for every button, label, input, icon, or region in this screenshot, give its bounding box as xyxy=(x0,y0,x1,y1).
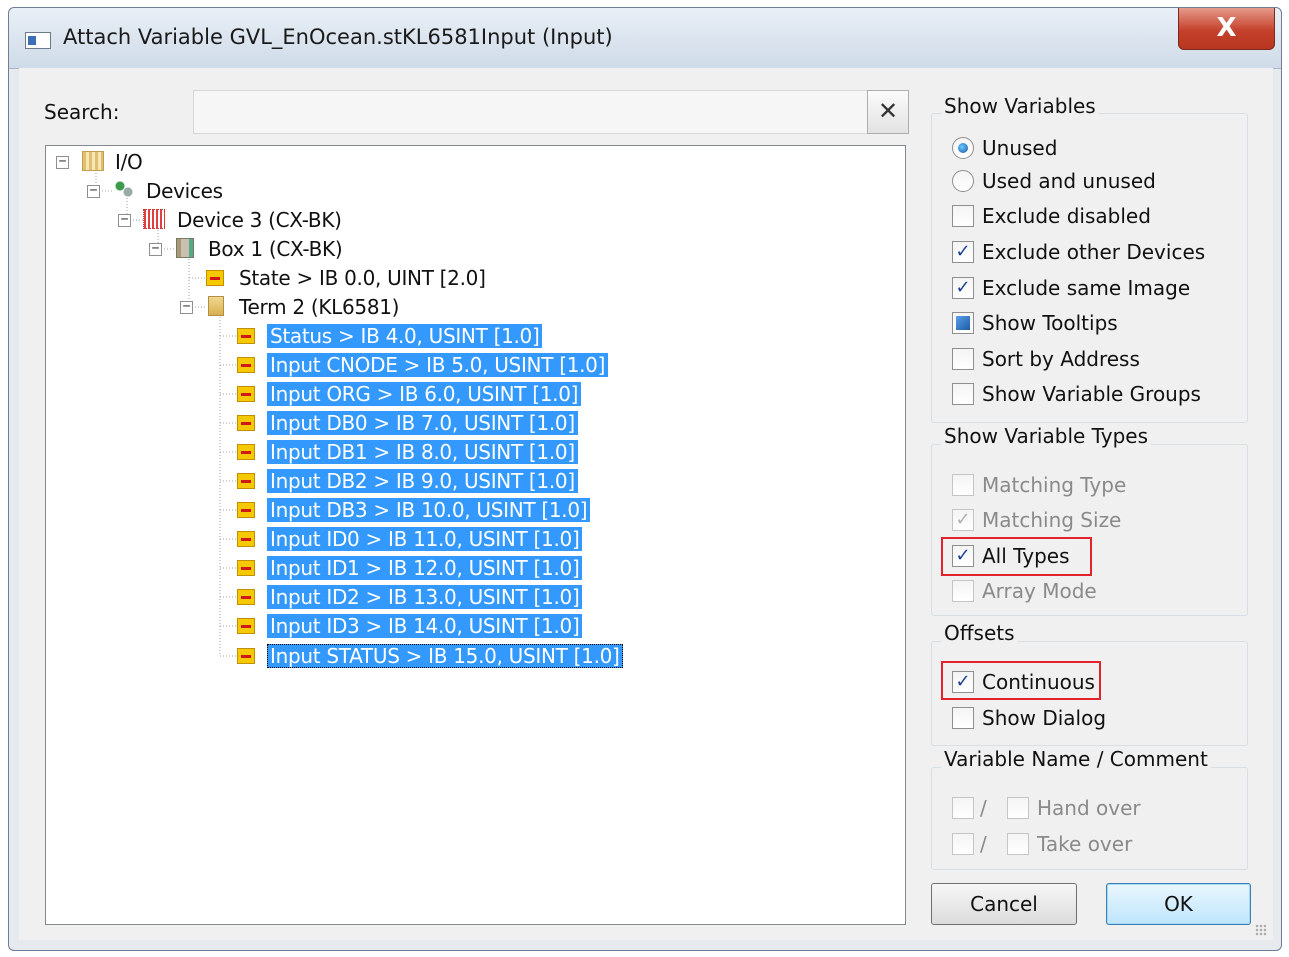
tree-node-input-db2[interactable]: Input DB2 > IB 9.0, USINT [1.0] xyxy=(267,468,578,494)
checkbox-unchecked-icon[interactable] xyxy=(952,205,974,227)
device-icon xyxy=(143,209,165,229)
window-title: Attach Variable GVL_EnOcean.stKL6581Inpu… xyxy=(63,25,613,49)
radio-unselected-icon[interactable] xyxy=(952,170,974,192)
variable-icon xyxy=(237,386,255,402)
checkbox-unchecked-icon[interactable] xyxy=(952,833,974,855)
window-app-icon xyxy=(25,32,51,49)
search-input[interactable] xyxy=(193,90,868,134)
checkbox-unchecked-icon[interactable] xyxy=(1007,797,1029,819)
variable-icon xyxy=(237,473,255,489)
expander-minus-icon[interactable]: − xyxy=(149,242,162,256)
close-button[interactable]: X xyxy=(1178,8,1275,50)
variable-icon xyxy=(237,444,255,460)
slash-separator: / xyxy=(980,832,987,856)
checkbox-name-hand-over[interactable] xyxy=(952,794,982,822)
devices-icon xyxy=(112,180,134,200)
checkbox-unchecked-icon[interactable] xyxy=(952,707,974,729)
tree-node-input-id3[interactable]: Input ID3 > IB 14.0, USINT [1.0] xyxy=(267,613,583,639)
dialog-client-area: Search: ✕ − I/O − Devices − Device 3 (CX… xyxy=(19,68,1273,940)
tree-node-input-id2[interactable]: Input ID2 > IB 13.0, USINT [1.0] xyxy=(267,584,583,610)
checkbox-unchecked-icon[interactable] xyxy=(952,797,974,819)
tree-node-input-id0[interactable]: Input ID0 > IB 11.0, USINT [1.0] xyxy=(267,526,583,552)
search-clear-button[interactable]: ✕ xyxy=(867,90,909,134)
tree-node-input-db3[interactable]: Input DB3 > IB 10.0, USINT [1.0] xyxy=(267,497,591,523)
tree-node-devices[interactable]: Devices xyxy=(143,178,226,204)
variable-icon xyxy=(237,531,255,547)
checkbox-checked-icon[interactable]: ✓ xyxy=(952,241,974,263)
io-folder-icon xyxy=(82,151,104,171)
variable-icon xyxy=(237,502,255,518)
checkbox-unchecked-icon[interactable] xyxy=(952,348,974,370)
variable-tree[interactable]: − I/O − Devices − Device 3 (CX-BK) − Box… xyxy=(45,145,906,925)
variable-icon xyxy=(237,560,255,576)
tree-node-box-1[interactable]: Box 1 (CX-BK) xyxy=(205,236,345,262)
variable-icon xyxy=(237,618,255,634)
tree-node-input-id1[interactable]: Input ID1 > IB 12.0, USINT [1.0] xyxy=(267,555,583,581)
title-bar[interactable]: Attach Variable GVL_EnOcean.stKL6581Inpu… xyxy=(9,8,1281,69)
tree-node-term-2[interactable]: Term 2 (KL6581) xyxy=(236,294,402,320)
expander-minus-icon[interactable]: − xyxy=(56,155,69,169)
variable-icon xyxy=(237,357,255,373)
slash-separator: / xyxy=(980,796,987,820)
tree-node-state[interactable]: State > IB 0.0, UINT [2.0] xyxy=(236,265,489,291)
ok-button[interactable]: OK xyxy=(1106,883,1251,925)
all-types-highlight xyxy=(941,537,1092,576)
box-icon xyxy=(176,238,194,258)
variable-icon xyxy=(237,328,255,344)
tree-node-input-db1[interactable]: Input DB1 > IB 8.0, USINT [1.0] xyxy=(267,439,578,465)
tree-node-io[interactable]: I/O xyxy=(112,149,145,175)
variable-icon xyxy=(237,589,255,605)
attach-variable-dialog: Attach Variable GVL_EnOcean.stKL6581Inpu… xyxy=(8,7,1282,951)
radio-selected-icon[interactable] xyxy=(952,137,974,159)
tree-node-input-org[interactable]: Input ORG > IB 6.0, USINT [1.0] xyxy=(267,381,582,407)
checkbox-unchecked-icon[interactable] xyxy=(952,580,974,602)
checkbox-unchecked-icon[interactable] xyxy=(952,383,974,405)
variable-name-comment-title: Variable Name / Comment xyxy=(941,747,1211,771)
checkbox-checked-icon[interactable]: ✓ xyxy=(952,509,974,531)
resize-grip-icon[interactable] xyxy=(1255,924,1267,936)
variable-icon xyxy=(206,270,224,286)
variable-icon xyxy=(237,648,255,664)
checkbox-checked-icon[interactable]: ✓ xyxy=(952,277,974,299)
show-variables-title: Show Variables xyxy=(941,94,1099,118)
tree-node-device-3[interactable]: Device 3 (CX-BK) xyxy=(174,207,345,233)
expander-minus-icon[interactable]: − xyxy=(118,213,131,227)
checkbox-name-take-over[interactable] xyxy=(952,830,982,858)
terminal-icon xyxy=(208,296,224,316)
tree-node-input-cnode[interactable]: Input CNODE > IB 5.0, USINT [1.0] xyxy=(267,352,609,378)
checkbox-unchecked-icon[interactable] xyxy=(952,474,974,496)
checkbox-unchecked-icon[interactable] xyxy=(1007,833,1029,855)
cancel-button[interactable]: Cancel xyxy=(931,883,1077,925)
search-label: Search: xyxy=(44,100,120,124)
variable-icon xyxy=(237,415,255,431)
expander-minus-icon[interactable]: − xyxy=(180,300,193,314)
offsets-title: Offsets xyxy=(941,621,1018,645)
tree-node-status[interactable]: Status > IB 4.0, USINT [1.0] xyxy=(267,323,543,349)
continuous-highlight xyxy=(941,661,1101,700)
show-variable-types-title: Show Variable Types xyxy=(941,424,1152,448)
expander-minus-icon[interactable]: − xyxy=(87,184,100,198)
checkbox-indeterminate-icon[interactable] xyxy=(952,312,974,334)
show-variables-group xyxy=(931,113,1248,423)
tree-node-input-status[interactable]: Input STATUS > IB 15.0, USINT [1.0] xyxy=(267,643,623,669)
tree-node-input-db0[interactable]: Input DB0 > IB 7.0, USINT [1.0] xyxy=(267,410,578,436)
